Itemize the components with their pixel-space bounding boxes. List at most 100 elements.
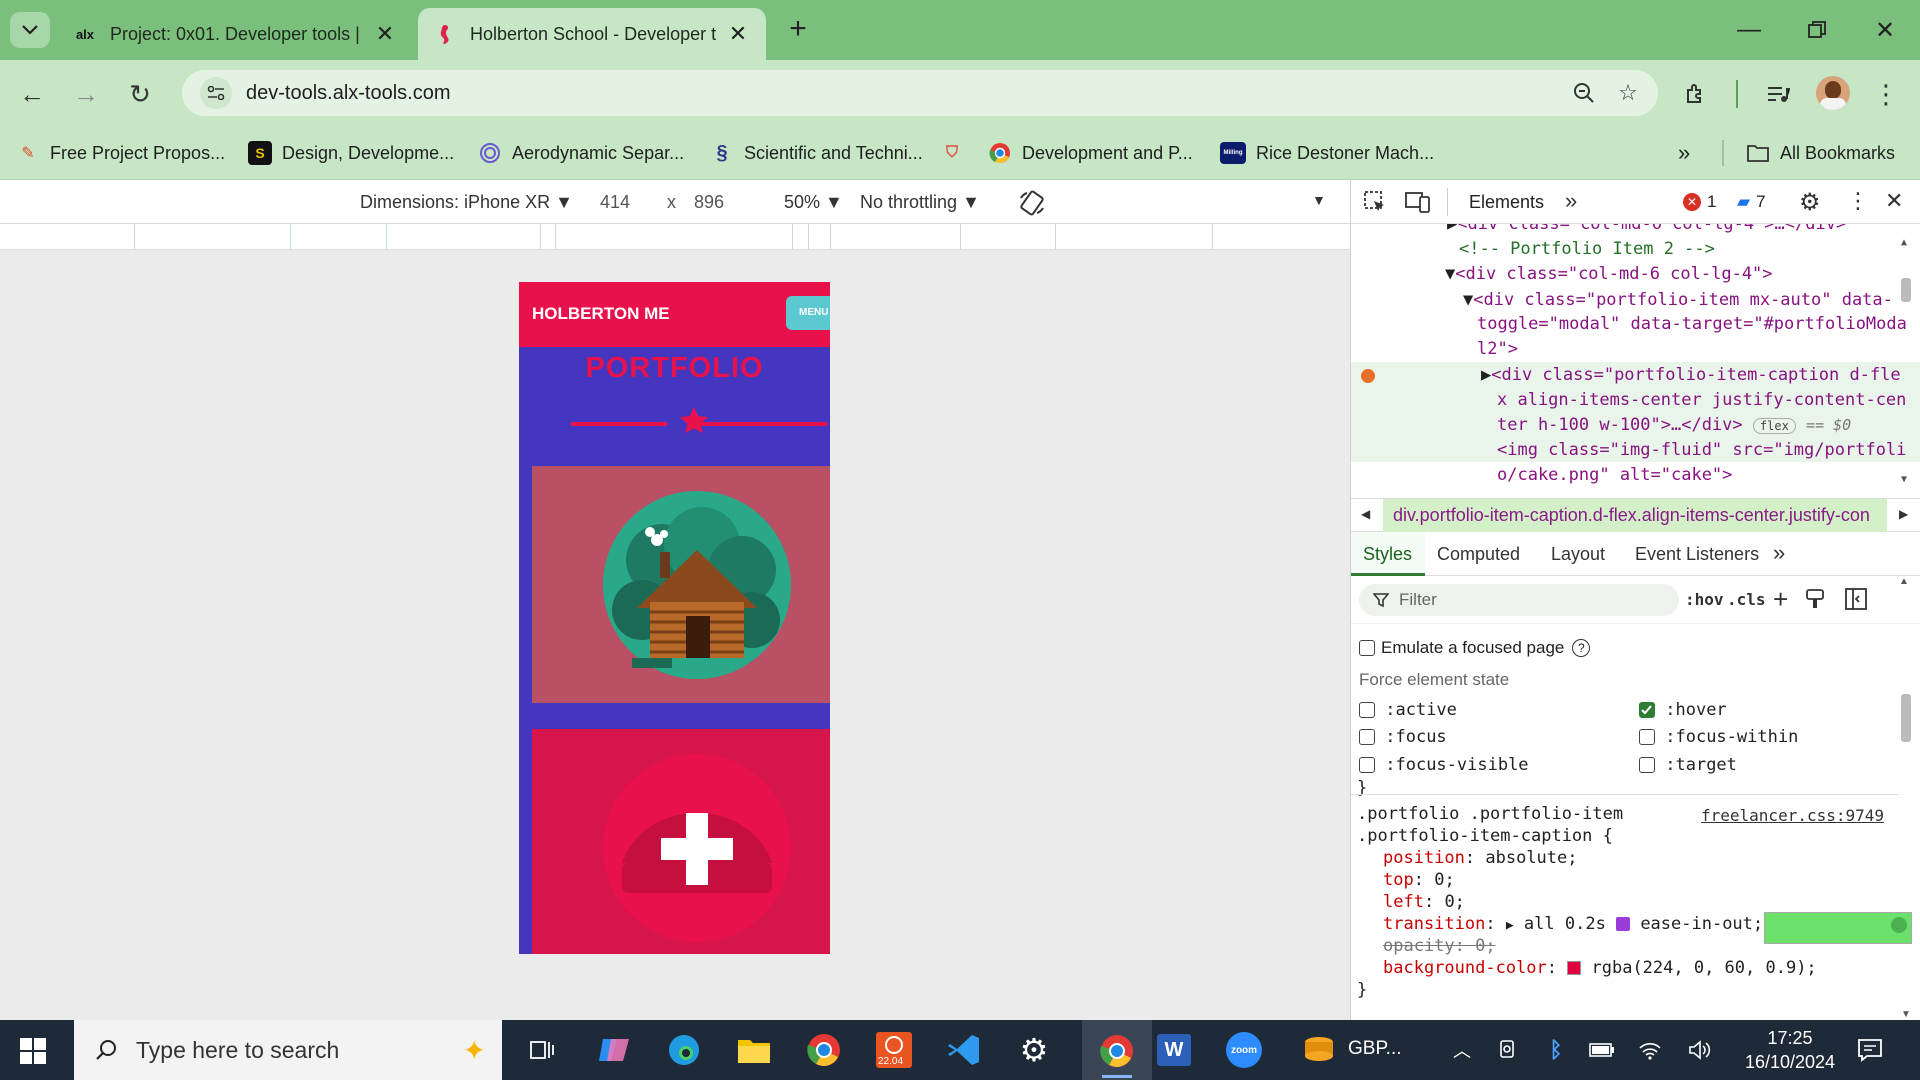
bookmark-item[interactable]: Aerodynamic Separ... bbox=[478, 138, 684, 168]
styles-filter-input[interactable]: Filter bbox=[1359, 584, 1679, 616]
close-window-button[interactable]: ✕ bbox=[1860, 10, 1910, 50]
tab-styles[interactable]: Styles bbox=[1351, 532, 1425, 576]
bookmark-star-icon[interactable]: ☆ bbox=[1606, 73, 1650, 113]
css-declaration-overridden[interactable]: opacity: 0; bbox=[1383, 936, 1496, 956]
restore-button[interactable] bbox=[1792, 10, 1842, 50]
notifications-icon[interactable] bbox=[1848, 1030, 1892, 1070]
word-icon[interactable]: W bbox=[1152, 1030, 1196, 1070]
browser-menu-icon[interactable]: ⋮ bbox=[1866, 74, 1906, 114]
new-rule-icon[interactable]: + bbox=[1773, 584, 1788, 615]
windows-start-icon[interactable] bbox=[20, 1038, 46, 1064]
error-counter[interactable]: ✕ 1 bbox=[1683, 192, 1716, 212]
dom-scrollbar[interactable]: ▲ ▼ bbox=[1899, 230, 1913, 492]
help-icon[interactable]: ? bbox=[1572, 639, 1591, 657]
expand-arrow-icon[interactable]: ▶ bbox=[1506, 918, 1514, 933]
minimize-button[interactable]: — bbox=[1724, 10, 1774, 50]
dom-comment[interactable]: <!-- Portfolio Item 2 --> bbox=[1459, 237, 1715, 262]
tab-computed[interactable]: Computed bbox=[1437, 544, 1520, 565]
back-button[interactable]: ← bbox=[12, 74, 52, 114]
breadcrumb-left-arrow-icon[interactable]: ◀ bbox=[1361, 507, 1370, 521]
tab-layout[interactable]: Layout bbox=[1551, 544, 1605, 565]
close-icon[interactable]: ✕ bbox=[726, 21, 750, 47]
all-bookmarks-button[interactable]: All Bookmarks bbox=[1746, 138, 1895, 168]
dom-line[interactable]: ▶<div class="col-md-6 col-lg-4">…</div> bbox=[1447, 224, 1846, 237]
bookmark-item[interactable]: ⛉ bbox=[940, 138, 974, 168]
ubuntu-icon[interactable]: 22.04 bbox=[872, 1030, 916, 1070]
device-toggle-icon[interactable] bbox=[1405, 190, 1431, 214]
state-checkbox[interactable] bbox=[1359, 702, 1375, 718]
breadcrumb-right-arrow-icon[interactable]: ▶ bbox=[1899, 507, 1908, 521]
dom-line[interactable]: ▼<div class="col-md-6 col-lg-4"> bbox=[1445, 262, 1773, 287]
state-checkbox[interactable] bbox=[1359, 757, 1375, 773]
more-panels-icon[interactable]: » bbox=[1565, 188, 1577, 214]
settings-gear-icon[interactable]: ⚙ bbox=[1799, 188, 1821, 217]
zoom-app-icon[interactable]: zoom bbox=[1222, 1030, 1266, 1070]
tab-search-button[interactable] bbox=[10, 12, 50, 48]
chrome-icon[interactable] bbox=[802, 1030, 846, 1070]
state-active[interactable]: :active bbox=[1359, 700, 1457, 720]
task-view-icon[interactable] bbox=[520, 1030, 564, 1070]
bookmark-item[interactable]: Milling Rice Destoner Mach... bbox=[1220, 138, 1434, 168]
css-declaration[interactable]: left: 0; bbox=[1383, 892, 1465, 912]
dom-line[interactable]: ▶<div class="portfolio-item-caption d-fl… bbox=[1481, 363, 1901, 388]
edge-browser-icon[interactable] bbox=[662, 1030, 706, 1070]
bookmark-item[interactable]: S Design, Developme... bbox=[248, 138, 454, 168]
network-widget[interactable] bbox=[1764, 912, 1912, 944]
new-tab-button[interactable]: + bbox=[780, 12, 816, 48]
close-icon[interactable]: ✕ bbox=[373, 21, 397, 47]
rule-selector[interactable]: .portfolio-item-caption { bbox=[1357, 826, 1613, 846]
state-focus[interactable]: :focus bbox=[1359, 727, 1447, 747]
battery-icon[interactable] bbox=[1580, 1030, 1624, 1070]
paint-brush-icon[interactable] bbox=[1805, 588, 1825, 610]
bookmark-item[interactable]: Development and P... bbox=[988, 138, 1193, 168]
height-input[interactable]: 896 bbox=[694, 192, 724, 213]
state-checkbox-checked[interactable] bbox=[1639, 702, 1655, 718]
emulate-focus-row[interactable]: Emulate a focused page ? bbox=[1359, 638, 1591, 658]
extensions-icon[interactable] bbox=[1676, 74, 1716, 114]
address-bar[interactable]: dev-tools.alx-tools.com ☆ bbox=[182, 70, 1658, 116]
portfolio-item-cake[interactable] bbox=[532, 729, 830, 954]
dom-line[interactable]: ▼<div class="portfolio-item mx-auto" dat… bbox=[1463, 288, 1893, 313]
more-bookmarks-button[interactable]: » bbox=[1678, 138, 1690, 168]
rotate-icon[interactable] bbox=[1018, 190, 1046, 216]
vscode-icon[interactable] bbox=[942, 1030, 986, 1070]
avatar[interactable] bbox=[1816, 76, 1850, 110]
media-control-icon[interactable] bbox=[1758, 74, 1798, 114]
close-devtools-icon[interactable]: ✕ bbox=[1885, 188, 1903, 214]
wifi-icon[interactable] bbox=[1628, 1030, 1672, 1070]
collapse-arrow-icon[interactable]: ▼ bbox=[1463, 290, 1473, 310]
sidebar-toggle-icon[interactable] bbox=[1845, 588, 1867, 610]
tab-elements[interactable]: Elements bbox=[1469, 192, 1544, 213]
expand-arrow-icon[interactable]: ▶ bbox=[1447, 224, 1457, 234]
width-input[interactable]: 414 bbox=[600, 192, 630, 213]
devtools-menu-icon[interactable]: ⋮ bbox=[1847, 188, 1869, 214]
class-toggle-button[interactable]: .cls bbox=[1727, 590, 1766, 609]
reload-button[interactable]: ↻ bbox=[120, 74, 160, 114]
zoom-select[interactable]: 50% ▼ bbox=[784, 192, 843, 213]
forward-button[interactable]: → bbox=[66, 74, 106, 114]
css-declaration[interactable]: top: 0; bbox=[1383, 870, 1455, 890]
easing-editor-icon[interactable] bbox=[1616, 917, 1631, 931]
scroll-up-arrow-icon[interactable]: ▲ bbox=[1899, 576, 1909, 587]
state-target[interactable]: :target bbox=[1639, 755, 1737, 775]
color-swatch[interactable] bbox=[1567, 961, 1582, 975]
collapse-arrow-icon[interactable]: ▼ bbox=[1445, 264, 1455, 284]
breakpoint-dot-icon[interactable] bbox=[1361, 369, 1375, 383]
state-checkbox[interactable] bbox=[1639, 757, 1655, 773]
state-focus-visible[interactable]: :focus-visible bbox=[1359, 755, 1529, 775]
bookmark-item[interactable]: ✎ Free Project Propos... bbox=[16, 138, 225, 168]
throttling-select[interactable]: No throttling ▼ bbox=[860, 192, 980, 213]
tab-project[interactable]: alx Project: 0x01. Developer tools | ✕ bbox=[58, 8, 413, 60]
inspect-element-icon[interactable] bbox=[1363, 190, 1387, 214]
page-brand[interactable]: HOLBERTON ME bbox=[532, 304, 670, 324]
meet-now-icon[interactable] bbox=[1486, 1030, 1530, 1070]
flex-badge[interactable]: flex bbox=[1752, 418, 1796, 434]
state-hover[interactable]: :hover bbox=[1639, 700, 1727, 720]
css-declaration[interactable]: background-color: rgba(224, 0, 60, 0.9); bbox=[1383, 958, 1817, 978]
device-options-icon[interactable]: ▼ bbox=[1312, 192, 1326, 208]
state-focus-within[interactable]: :focus-within bbox=[1639, 727, 1798, 747]
bluetooth-icon[interactable]: ᛒ bbox=[1534, 1030, 1578, 1070]
bookmark-item[interactable]: § Scientific and Techni... bbox=[710, 138, 922, 168]
css-declaration[interactable]: transition: ▶ all 0.2s ease-in-out; bbox=[1383, 914, 1763, 934]
portfolio-item-cabin[interactable] bbox=[532, 466, 830, 703]
